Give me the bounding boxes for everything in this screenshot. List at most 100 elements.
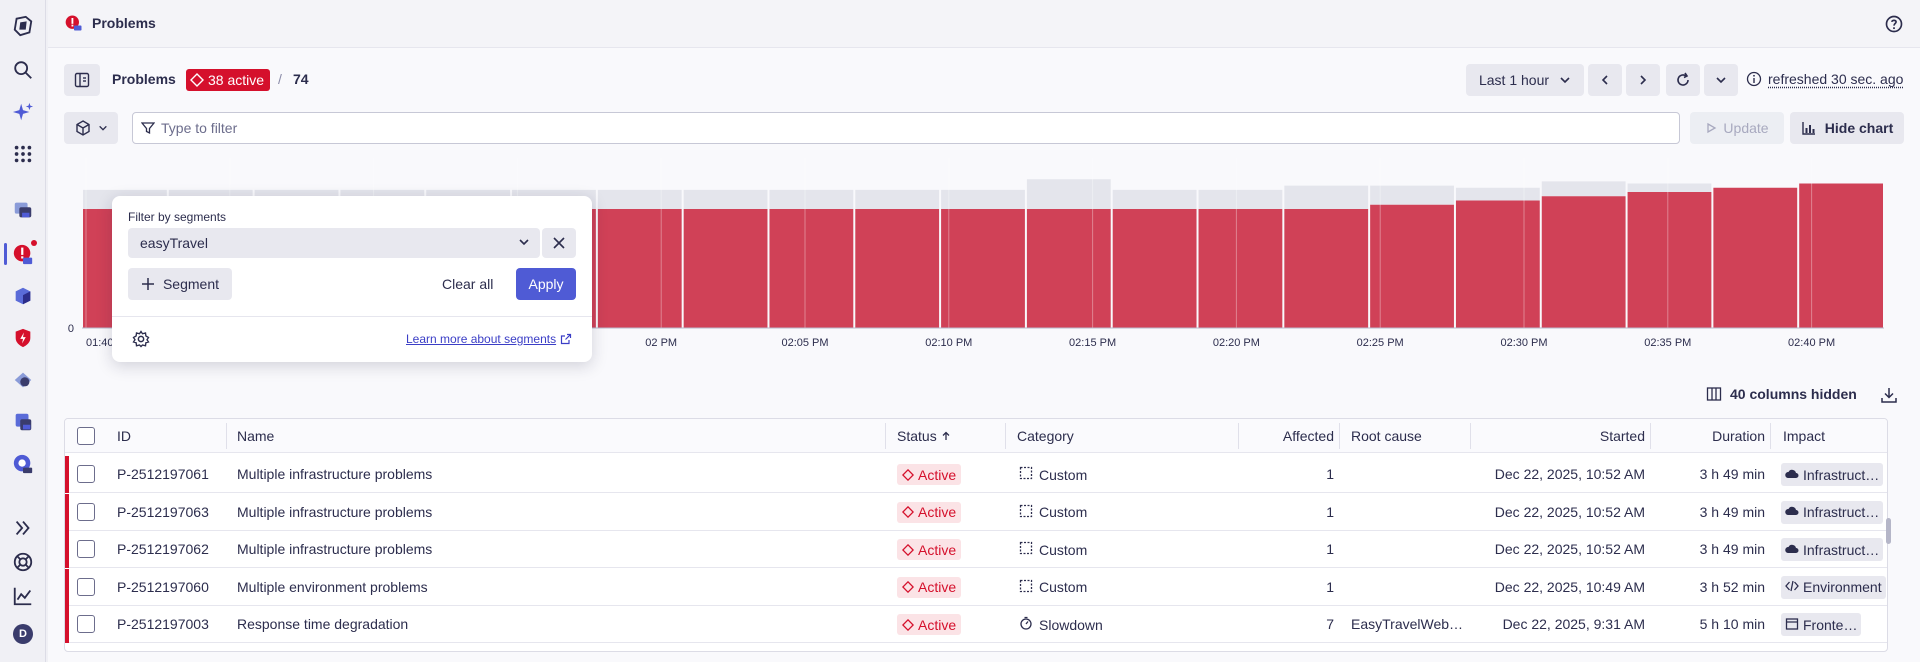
impact-label: Infrastruct… [1803, 541, 1880, 558]
remove-segment-button[interactable] [542, 228, 576, 258]
dashboards-app-icon[interactable] [9, 408, 37, 436]
column-separator[interactable] [1770, 423, 1771, 449]
column-header-status[interactable]: Status [897, 428, 951, 444]
dynatrace-logo-icon[interactable] [9, 12, 37, 40]
impact-chip[interactable]: Infrastruct… [1781, 538, 1884, 562]
column-header-id[interactable]: ID [117, 428, 131, 444]
column-separator[interactable] [1339, 423, 1340, 449]
clear-all-button[interactable]: Clear all [442, 276, 493, 292]
hide-chart-button[interactable]: Hide chart [1790, 112, 1904, 144]
sparkle-ai-icon[interactable] [9, 98, 37, 126]
services-app-icon[interactable] [9, 282, 37, 310]
gear-icon[interactable] [132, 330, 150, 348]
segment-select[interactable]: easyTravel [128, 228, 540, 258]
row-checkbox[interactable] [77, 540, 95, 559]
problem-id[interactable]: P-2512197060 [117, 579, 209, 595]
column-separator[interactable] [226, 423, 227, 449]
active-count-badge[interactable]: 38 active [186, 69, 271, 91]
chevron-down-icon [519, 239, 529, 246]
apps-grid-icon[interactable] [9, 140, 37, 168]
table-row[interactable]: P-2512197063 Multiple infrastructure pro… [65, 493, 1887, 531]
support-icon[interactable] [9, 548, 37, 576]
sidebar-toggle-button[interactable] [64, 64, 100, 96]
table-scrollbar[interactable] [1886, 518, 1891, 544]
refreshed-status[interactable]: refreshed 30 sec. ago [1746, 71, 1903, 87]
column-header-category[interactable]: Category [1017, 428, 1074, 444]
status-badge: Active [897, 464, 962, 485]
impact-chip[interactable]: Fronte… [1781, 613, 1862, 637]
category-label: Custom [1039, 541, 1088, 558]
search-icon[interactable] [9, 56, 37, 84]
select-all-checkbox[interactable] [77, 427, 95, 445]
filter-input[interactable] [161, 120, 1661, 136]
table-row[interactable]: P-2512197060 Multiple environment proble… [65, 568, 1887, 606]
timeframe-previous-button[interactable] [1588, 64, 1622, 96]
column-header-name[interactable]: Name [237, 428, 274, 444]
severity-bar [65, 493, 69, 531]
problem-name[interactable]: Response time degradation [237, 616, 408, 632]
user-avatar[interactable]: D [9, 620, 37, 648]
table-row[interactable]: P-2512197003 Response time degradation A… [65, 606, 1887, 644]
row-checkbox[interactable] [77, 615, 95, 634]
timeframe-label: Last 1 hour [1478, 72, 1550, 88]
download-icon[interactable] [1880, 386, 1898, 404]
problem-id[interactable]: P-2512197062 [117, 541, 209, 557]
problem-name[interactable]: Multiple infrastructure problems [237, 504, 432, 520]
category-cell: Custom [1019, 541, 1087, 558]
x-tick-label: 02:25 PM [1357, 337, 1404, 349]
active-problems-bar [597, 209, 682, 328]
row-checkbox[interactable] [77, 577, 95, 596]
filter-field[interactable] [132, 112, 1680, 144]
problem-id[interactable]: P-2512197063 [117, 504, 209, 520]
problem-diamond-icon [902, 543, 914, 556]
row-checkbox[interactable] [77, 502, 95, 521]
usage-chart-icon[interactable] [9, 582, 37, 610]
impact-icon [1785, 467, 1799, 483]
impact-chip[interactable]: Environment [1781, 575, 1886, 599]
problem-diamond-icon [190, 73, 204, 87]
timeframe-next-button[interactable] [1626, 64, 1660, 96]
update-button[interactable]: Update [1690, 112, 1784, 144]
column-header-affected[interactable]: Affected [1254, 428, 1334, 444]
impact-chip[interactable]: Infrastruct… [1781, 500, 1884, 524]
synthetic-app-icon[interactable] [9, 450, 37, 478]
row-checkbox[interactable] [77, 465, 95, 483]
impact-chip[interactable]: Infrastruct… [1781, 463, 1884, 486]
status-label: Active [918, 504, 957, 521]
problem-name[interactable]: Multiple environment problems [237, 579, 428, 595]
table-row[interactable]: P-2512197061 Multiple infrastructure pro… [65, 456, 1887, 493]
workflows-app-icon[interactable] [9, 366, 37, 394]
column-header-impact[interactable]: Impact [1783, 428, 1825, 444]
category-label: Custom [1039, 466, 1088, 483]
column-header-duration[interactable]: Duration [1685, 428, 1765, 444]
started-time: Dec 22, 2025, 9:31 AM [1502, 616, 1645, 633]
column-separator[interactable] [885, 423, 886, 449]
columns-hidden-button[interactable]: 40 columns hidden [1706, 386, 1857, 402]
refresh-options-button[interactable] [1704, 64, 1738, 96]
table-row[interactable]: P-2512197062 Multiple infrastructure pro… [65, 531, 1887, 569]
column-separator[interactable] [1650, 423, 1651, 449]
problem-name[interactable]: Multiple infrastructure problems [237, 466, 432, 482]
problem-id[interactable]: P-2512197003 [117, 616, 209, 632]
infrastructure-app-icon[interactable] [9, 196, 37, 224]
active-problems-bar [1026, 209, 1111, 328]
timeframe-selector[interactable]: Last 1 hour [1466, 64, 1584, 96]
security-app-icon[interactable] [9, 324, 37, 352]
expand-rail-icon[interactable] [9, 514, 37, 542]
popover-divider [112, 316, 592, 317]
column-header-started[interactable]: Started [1525, 428, 1645, 444]
column-separator[interactable] [1005, 423, 1006, 449]
segments-button[interactable] [64, 112, 118, 144]
apply-button[interactable]: Apply [516, 268, 576, 300]
column-header-root-cause[interactable]: Root cause [1351, 428, 1422, 444]
bar-chart-icon [1802, 122, 1815, 135]
help-icon[interactable] [1884, 14, 1904, 34]
learn-more-segments-link[interactable]: Learn more about segments [406, 332, 572, 346]
root-cause[interactable]: EasyTravelWeb… [1351, 616, 1463, 632]
add-segment-button[interactable]: Segment [128, 268, 232, 300]
problem-name[interactable]: Multiple infrastructure problems [237, 541, 432, 557]
column-separator[interactable] [1238, 423, 1239, 449]
problem-id[interactable]: P-2512197061 [117, 466, 209, 482]
refresh-button[interactable] [1666, 64, 1700, 96]
column-separator[interactable] [1470, 423, 1471, 449]
